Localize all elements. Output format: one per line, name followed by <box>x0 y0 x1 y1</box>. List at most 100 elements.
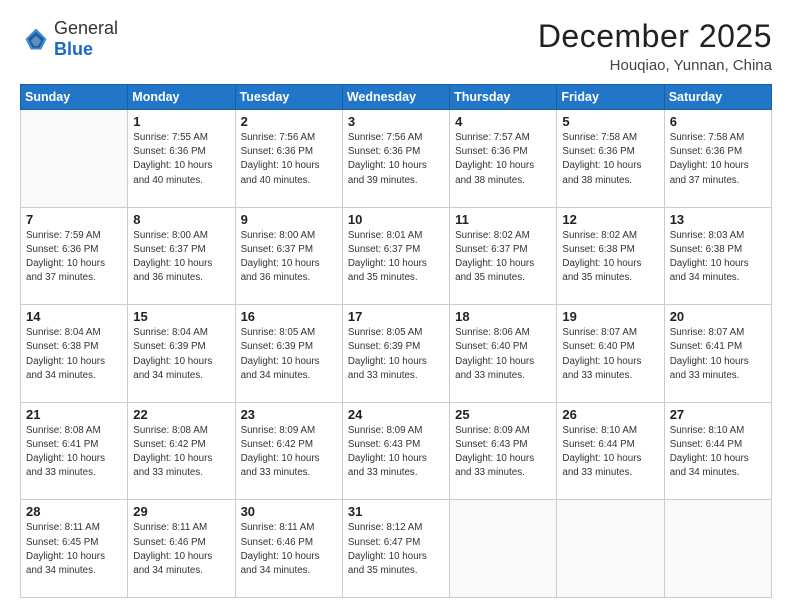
day-number: 10 <box>348 212 444 227</box>
calendar-cell: 31 Sunrise: 8:12 AM Sunset: 6:47 PM Dayli… <box>342 500 449 598</box>
calendar-cell: 26 Sunrise: 8:10 AM Sunset: 6:44 PM Dayli… <box>557 402 664 500</box>
day-info: Sunrise: 8:05 AM Sunset: 6:39 PM Dayligh… <box>348 326 444 383</box>
calendar-cell: 4Sunrise: 7:57 AM Sunset: 6:36 PM Daylig… <box>450 110 557 208</box>
calendar-week-row: 28Sunrise: 8:11 AM Sunset: 6:45 PM Dayli… <box>21 500 772 598</box>
day-number: 3 <box>348 114 444 129</box>
header-sunday: Sunday <box>21 85 128 110</box>
calendar-week-row: 21Sunrise: 8:08 AM Sunset: 6:41 PM Dayli… <box>21 402 772 500</box>
calendar-week-row: 1 Sunrise: 7:55 AM Sunset: 6:36 PM Daylig… <box>21 110 772 208</box>
day-info: Sunrise: 7:55 AM Sunset: 6:36 PM Dayligh… <box>133 131 229 188</box>
day-number: 17 <box>348 309 444 324</box>
calendar-cell: 30 Sunrise: 8:11 AM Sunset: 6:46 PM Dayli… <box>235 500 342 598</box>
calendar-cell: 6Sunrise: 7:58 AM Sunset: 6:36 PM Daylig… <box>664 110 771 208</box>
day-number: 11 <box>455 212 551 227</box>
day-info: Sunrise: 7:57 AM Sunset: 6:36 PM Dayligh… <box>455 131 551 188</box>
day-info: Sunrise: 8:09 AM Sunset: 6:43 PM Dayligh… <box>455 424 551 481</box>
day-number: 9 <box>241 212 337 227</box>
calendar-cell: 13 Sunrise: 8:03 AM Sunset: 6:38 PM Dayli… <box>664 207 771 305</box>
logo-text: General Blue <box>54 18 118 59</box>
calendar-cell: 14Sunrise: 8:04 AM Sunset: 6:38 PM Dayli… <box>21 305 128 403</box>
calendar-cell: 19 Sunrise: 8:07 AM Sunset: 6:40 PM Dayli… <box>557 305 664 403</box>
calendar-cell: 11 Sunrise: 8:02 AM Sunset: 6:37 PM Dayli… <box>450 207 557 305</box>
day-number: 13 <box>670 212 766 227</box>
calendar-cell: 3 Sunrise: 7:56 AM Sunset: 6:36 PM Daylig… <box>342 110 449 208</box>
logo-blue: Blue <box>54 39 118 60</box>
day-info: Sunrise: 8:04 AM Sunset: 6:39 PM Dayligh… <box>133 326 229 383</box>
calendar-cell: 22 Sunrise: 8:08 AM Sunset: 6:42 PM Dayli… <box>128 402 235 500</box>
day-number: 7 <box>26 212 122 227</box>
day-number: 8 <box>133 212 229 227</box>
day-info: Sunrise: 7:56 AM Sunset: 6:36 PM Dayligh… <box>241 131 337 188</box>
calendar-cell: 23Sunrise: 8:09 AM Sunset: 6:42 PM Dayli… <box>235 402 342 500</box>
calendar-table: Sunday Monday Tuesday Wednesday Thursday… <box>20 84 772 598</box>
day-info: Sunrise: 8:02 AM Sunset: 6:38 PM Dayligh… <box>562 229 658 286</box>
header-friday: Friday <box>557 85 664 110</box>
day-number: 12 <box>562 212 658 227</box>
day-number: 23 <box>241 407 337 422</box>
header-monday: Monday <box>128 85 235 110</box>
calendar-cell <box>450 500 557 598</box>
calendar-cell: 15 Sunrise: 8:04 AM Sunset: 6:39 PM Dayli… <box>128 305 235 403</box>
month-title: December 2025 <box>538 18 772 55</box>
day-info: Sunrise: 8:07 AM Sunset: 6:41 PM Dayligh… <box>670 326 766 383</box>
day-number: 6 <box>670 114 766 129</box>
day-number: 19 <box>562 309 658 324</box>
day-number: 15 <box>133 309 229 324</box>
day-number: 22 <box>133 407 229 422</box>
day-info: Sunrise: 8:08 AM Sunset: 6:42 PM Dayligh… <box>133 424 229 481</box>
day-info: Sunrise: 8:01 AM Sunset: 6:37 PM Dayligh… <box>348 229 444 286</box>
day-info: Sunrise: 8:02 AM Sunset: 6:37 PM Dayligh… <box>455 229 551 286</box>
day-number: 28 <box>26 504 122 519</box>
day-number: 21 <box>26 407 122 422</box>
day-number: 30 <box>241 504 337 519</box>
day-number: 20 <box>670 309 766 324</box>
calendar-week-row: 7 Sunrise: 7:59 AM Sunset: 6:36 PM Daylig… <box>21 207 772 305</box>
calendar-cell: 20 Sunrise: 8:07 AM Sunset: 6:41 PM Dayli… <box>664 305 771 403</box>
day-info: Sunrise: 8:11 AM Sunset: 6:46 PM Dayligh… <box>241 521 337 578</box>
header-saturday: Saturday <box>664 85 771 110</box>
day-info: Sunrise: 8:10 AM Sunset: 6:44 PM Dayligh… <box>562 424 658 481</box>
day-info: Sunrise: 8:04 AM Sunset: 6:38 PM Dayligh… <box>26 326 122 383</box>
day-number: 26 <box>562 407 658 422</box>
day-number: 31 <box>348 504 444 519</box>
logo-icon <box>22 25 50 53</box>
day-info: Sunrise: 8:09 AM Sunset: 6:43 PM Dayligh… <box>348 424 444 481</box>
day-info: Sunrise: 8:07 AM Sunset: 6:40 PM Dayligh… <box>562 326 658 383</box>
day-number: 5 <box>562 114 658 129</box>
header: General Blue December 2025 Houqiao, Yunn… <box>20 18 772 74</box>
day-number: 24 <box>348 407 444 422</box>
calendar-cell: 9 Sunrise: 8:00 AM Sunset: 6:37 PM Daylig… <box>235 207 342 305</box>
calendar-cell: 12 Sunrise: 8:02 AM Sunset: 6:38 PM Dayli… <box>557 207 664 305</box>
page: General Blue December 2025 Houqiao, Yunn… <box>0 0 792 612</box>
calendar-cell <box>557 500 664 598</box>
calendar-cell: 29Sunrise: 8:11 AM Sunset: 6:46 PM Dayli… <box>128 500 235 598</box>
calendar-cell: 1 Sunrise: 7:55 AM Sunset: 6:36 PM Daylig… <box>128 110 235 208</box>
calendar-week-row: 14Sunrise: 8:04 AM Sunset: 6:38 PM Dayli… <box>21 305 772 403</box>
day-info: Sunrise: 8:00 AM Sunset: 6:37 PM Dayligh… <box>133 229 229 286</box>
header-thursday: Thursday <box>450 85 557 110</box>
calendar-cell: 17 Sunrise: 8:05 AM Sunset: 6:39 PM Dayli… <box>342 305 449 403</box>
calendar-cell: 8 Sunrise: 8:00 AM Sunset: 6:37 PM Daylig… <box>128 207 235 305</box>
day-info: Sunrise: 8:12 AM Sunset: 6:47 PM Dayligh… <box>348 521 444 578</box>
calendar-cell: 21Sunrise: 8:08 AM Sunset: 6:41 PM Dayli… <box>21 402 128 500</box>
calendar-cell: 16Sunrise: 8:05 AM Sunset: 6:39 PM Dayli… <box>235 305 342 403</box>
calendar-cell: 5Sunrise: 7:58 AM Sunset: 6:36 PM Daylig… <box>557 110 664 208</box>
weekday-header-row: Sunday Monday Tuesday Wednesday Thursday… <box>21 85 772 110</box>
day-info: Sunrise: 7:56 AM Sunset: 6:36 PM Dayligh… <box>348 131 444 188</box>
logo-general: General <box>54 18 118 39</box>
calendar-cell: 24 Sunrise: 8:09 AM Sunset: 6:43 PM Dayli… <box>342 402 449 500</box>
calendar-cell: 10 Sunrise: 8:01 AM Sunset: 6:37 PM Dayli… <box>342 207 449 305</box>
day-info: Sunrise: 8:00 AM Sunset: 6:37 PM Dayligh… <box>241 229 337 286</box>
day-info: Sunrise: 8:03 AM Sunset: 6:38 PM Dayligh… <box>670 229 766 286</box>
day-info: Sunrise: 8:06 AM Sunset: 6:40 PM Dayligh… <box>455 326 551 383</box>
calendar-cell: 27Sunrise: 8:10 AM Sunset: 6:44 PM Dayli… <box>664 402 771 500</box>
day-number: 2 <box>241 114 337 129</box>
day-number: 27 <box>670 407 766 422</box>
calendar-cell: 2 Sunrise: 7:56 AM Sunset: 6:36 PM Daylig… <box>235 110 342 208</box>
calendar-cell: 18Sunrise: 8:06 AM Sunset: 6:40 PM Dayli… <box>450 305 557 403</box>
day-number: 1 <box>133 114 229 129</box>
day-info: Sunrise: 7:59 AM Sunset: 6:36 PM Dayligh… <box>26 229 122 286</box>
calendar-cell: 25Sunrise: 8:09 AM Sunset: 6:43 PM Dayli… <box>450 402 557 500</box>
title-block: December 2025 Houqiao, Yunnan, China <box>538 18 772 74</box>
calendar-cell <box>664 500 771 598</box>
